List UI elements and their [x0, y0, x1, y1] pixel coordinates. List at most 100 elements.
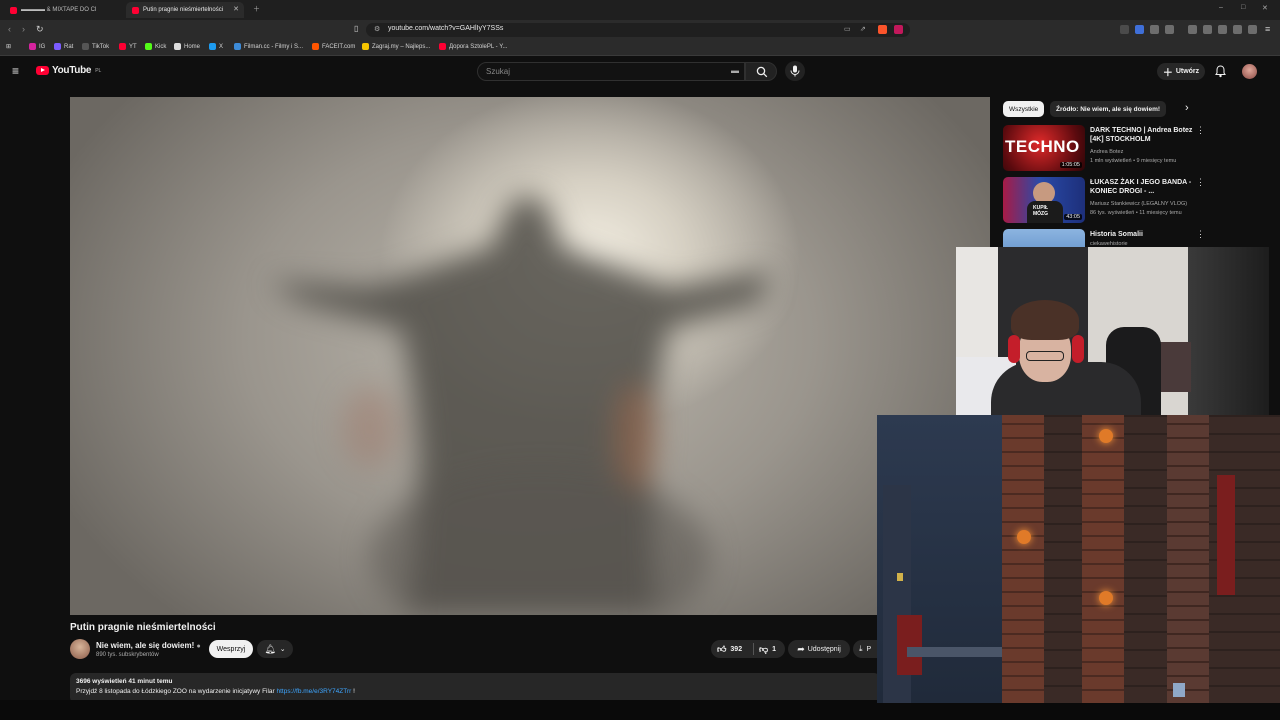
- rat-icon: [54, 43, 61, 50]
- menu-icon[interactable]: ≡: [1265, 24, 1270, 34]
- recommendation-channel: Andrea Botez: [1090, 149, 1124, 155]
- more-options-icon[interactable]: ⋮: [1196, 177, 1205, 188]
- cast-icon[interactable]: ▭: [844, 25, 851, 33]
- recommendation-item[interactable]: KUPIŁ MÓZG 43:05 ŁUKASZ ŻAK I JEGO BANDA…: [1003, 177, 1263, 225]
- share-icon[interactable]: ⇗: [860, 25, 866, 33]
- recommendation-thumbnail[interactable]: TECHNO 1:05:05: [1003, 125, 1085, 171]
- reload-icon[interactable]: ↻: [36, 24, 44, 35]
- recommendation-item[interactable]: Historia Somalii ciekawehistorie ⋮: [1003, 229, 1263, 275]
- support-button[interactable]: Wesprzyj: [209, 640, 253, 658]
- leo-icon[interactable]: [1233, 25, 1242, 34]
- bookmark-kick[interactable]: Kick: [145, 43, 166, 50]
- create-button[interactable]: ＋ Utwórz: [1157, 63, 1205, 80]
- like-button[interactable]: 👍︎ 392: [717, 644, 742, 655]
- bookmark-faceit[interactable]: FACEIT.com: [312, 43, 355, 50]
- video-frame-silhouette: [270, 195, 770, 615]
- sidebar-icon[interactable]: [1203, 25, 1212, 34]
- media-icon[interactable]: [1188, 25, 1197, 34]
- brave-shield-icon[interactable]: [878, 25, 887, 34]
- brick-column: [1082, 415, 1124, 703]
- channel-name[interactable]: Nie wiem, ale się dowiem! ●: [96, 641, 201, 650]
- wallet-icon[interactable]: [1218, 25, 1227, 34]
- bookmark-ig[interactable]: IG: [29, 43, 45, 50]
- download-label: P: [866, 645, 872, 653]
- bookmark-doroga[interactable]: Дорога SztolePL - Y...: [439, 43, 507, 50]
- instagram-icon: [29, 43, 36, 50]
- share-button[interactable]: ➦ Udostępnij: [788, 640, 850, 658]
- close-tab-icon[interactable]: ✕: [233, 5, 239, 13]
- chevron-right-icon[interactable]: ›: [1185, 102, 1189, 114]
- video-title: Putin pragnie nieśmiertelności: [70, 622, 216, 633]
- tab-label: Putin pragnie nieśmiertelności: [143, 7, 224, 13]
- rewards-icon[interactable]: [894, 25, 903, 34]
- bookmark-yt[interactable]: YT: [119, 43, 137, 50]
- voice-search-button[interactable]: [785, 61, 805, 81]
- brick-column: [1002, 415, 1044, 703]
- chip-source[interactable]: Źródło: Nie wiem, ale się dowiem!: [1050, 101, 1167, 117]
- url-text: youtube.com/watch?v=GAHlIyY7SSs: [388, 25, 504, 32]
- video-duration: 1:05:05: [1059, 162, 1082, 168]
- youtube-header: ≡ YouTube PL Szukaj ▬ ＋ Utwórz: [0, 57, 1280, 87]
- back-icon[interactable]: ‹: [8, 24, 11, 34]
- browser-tab-active[interactable]: Putin pragnie nieśmiertelności ✕: [126, 2, 244, 18]
- channel-avatar[interactable]: [70, 639, 90, 659]
- browser-tab-bar: ▬▬▬▬ & MIXTAPE DO CI Putin pragnie nieśm…: [0, 0, 1280, 20]
- keyboard-icon[interactable]: ▬: [731, 66, 739, 75]
- description-box[interactable]: 3696 wyświetleń 41 minut temu Przyjdź 8 …: [70, 673, 880, 703]
- hamburger-menu-icon[interactable]: ≡: [12, 64, 19, 78]
- video-player[interactable]: [70, 97, 990, 615]
- bookmark-filman[interactable]: Filman.cc - Filmy i S...: [234, 43, 303, 50]
- youtube-favicon-icon: [132, 6, 139, 14]
- bookmark-zagraj[interactable]: Zagraj.my – Najleps...: [362, 43, 430, 50]
- browser-toolbar: ‹ › ↻ ▯ ⚙ youtube.com/watch?v=GAHlIyY7SS…: [0, 20, 1280, 40]
- bookmark-icon[interactable]: ▯: [354, 24, 358, 33]
- bookmark-rat[interactable]: Rat: [54, 43, 73, 50]
- logo-text: YouTube: [52, 65, 92, 76]
- headphone-left: [1008, 335, 1020, 363]
- recommendation-thumbnail[interactable]: KUPIŁ MÓZG 43:05: [1003, 177, 1085, 223]
- more-options-icon[interactable]: ⋮: [1196, 229, 1205, 240]
- extension-icon[interactable]: [1150, 25, 1159, 34]
- youtube-logo[interactable]: YouTube PL: [36, 65, 101, 76]
- dislike-button[interactable]: 👎︎ 1: [759, 644, 776, 655]
- more-options-icon[interactable]: ⋮: [1196, 125, 1205, 136]
- extension-icon[interactable]: [1120, 25, 1129, 34]
- like-count: 392: [730, 646, 743, 653]
- chevron-down-icon: ⌄: [279, 646, 286, 653]
- site-info-icon[interactable]: ⚙: [374, 25, 380, 33]
- extension-icon[interactable]: [1165, 25, 1174, 34]
- bookmark-x[interactable]: X: [209, 43, 223, 50]
- headphone-right: [1072, 335, 1084, 363]
- torch-light: [1017, 530, 1031, 544]
- channel-name-text: Nie wiem, ale się dowiem!: [96, 641, 195, 650]
- account-avatar[interactable]: [1242, 64, 1257, 79]
- maximize-icon[interactable]: □: [1241, 4, 1245, 11]
- person-hair: [1011, 300, 1079, 340]
- address-bar[interactable]: ⚙ youtube.com/watch?v=GAHlIyY7SSs ▭ ⇗: [366, 23, 910, 37]
- extension-icon[interactable]: [1135, 25, 1144, 34]
- browser-tab[interactable]: ▬▬▬▬ & MIXTAPE DO CI: [4, 2, 122, 18]
- screen-bottom-strip: [0, 700, 1280, 720]
- recommendation-item[interactable]: TECHNO 1:05:05 DARK TECHNO | Andrea Bote…: [1003, 125, 1263, 173]
- subscription-bell-button[interactable]: 🔔︎ ⌄: [257, 640, 293, 658]
- red-banner: [1217, 475, 1235, 595]
- description-link[interactable]: https://fb.me/e/3RY74ZTrr: [277, 688, 352, 695]
- search-button[interactable]: [745, 62, 777, 81]
- chip-all[interactable]: Wszystkie: [1003, 101, 1045, 117]
- thumbs-up-icon: 👍︎: [717, 644, 727, 654]
- search-input[interactable]: Szukaj ▬: [477, 62, 745, 81]
- close-window-icon[interactable]: ✕: [1262, 4, 1268, 12]
- bookmarks-bar: ⊞ IG Rat TikTok YT Kick Home X Filman.cc…: [0, 40, 1280, 56]
- minimize-icon[interactable]: –: [1219, 4, 1223, 11]
- bookmark-tiktok[interactable]: TikTok: [82, 43, 109, 50]
- new-tab-icon[interactable]: ＋: [253, 4, 260, 14]
- bookmark-home[interactable]: Home: [174, 43, 200, 50]
- forward-icon[interactable]: ›: [22, 24, 25, 34]
- views-and-date: 3696 wyświetleń 41 minut temu: [76, 678, 173, 685]
- vpn-icon[interactable]: [1248, 25, 1257, 34]
- recommendation-title: ŁUKASZ ŻAK I JEGO BANDA - KONIEC DROGI -…: [1090, 179, 1192, 195]
- verified-icon: ●: [196, 643, 201, 650]
- apps-grid-icon[interactable]: ⊞: [6, 43, 11, 50]
- microphone-icon: [790, 65, 800, 77]
- notifications-bell-icon[interactable]: [1215, 65, 1226, 78]
